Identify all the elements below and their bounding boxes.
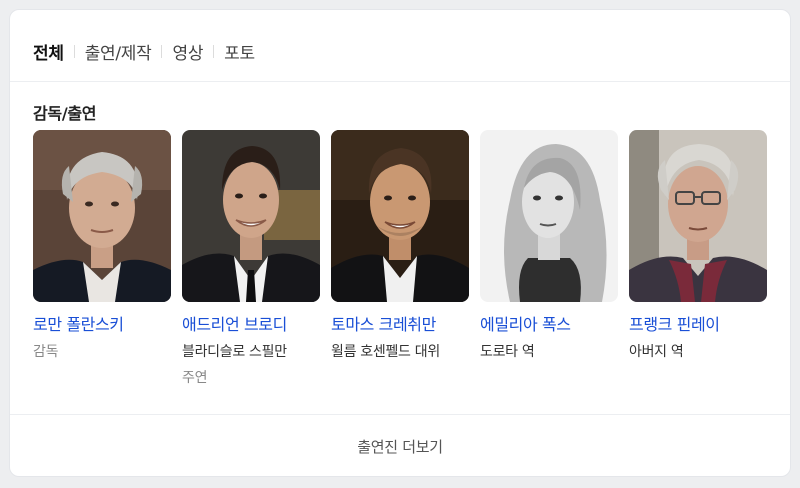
tab-photo[interactable]: 포토 [224,39,255,64]
tab-separator [213,44,215,58]
person-photo[interactable] [629,130,767,302]
tab-all[interactable]: 전체 [33,39,64,64]
person-name[interactable]: 로만 폴란스키 [33,311,171,335]
tab-separator [161,44,163,58]
person-photo[interactable] [331,130,469,302]
tab-filmography[interactable]: 출연/제작 [85,39,152,64]
person-card: 에밀리아 폭스 도로타 역 [480,130,618,361]
show-more-cast-button[interactable]: 출연진 더보기 [10,415,790,476]
person-card: 프랭크 핀레이 아버지 역 [629,130,767,361]
tab-video[interactable]: 영상 [172,39,203,64]
person-photo[interactable] [33,130,171,302]
person-role: 아버지 역 [629,344,684,360]
person-photo[interactable] [480,130,618,302]
person-role: 블라디슬로 스필만 [182,344,287,360]
person-name[interactable]: 에밀리아 폭스 [480,311,618,335]
tab-separator [73,44,75,58]
person-card: 로만 폴란스키 감독 [33,130,171,361]
person-name[interactable]: 프랭크 핀레이 [629,311,767,335]
person-role-type: 주연 [182,370,208,386]
person-role: 도로타 역 [480,344,535,360]
person-name[interactable]: 애드리언 브로디 [182,311,320,335]
person-card: 애드리언 브로디 블라디슬로 스필만 주연 [182,130,320,387]
tab-bar: 전체 출연/제작 영상 포토 [33,38,255,64]
person-role: 윌름 호센펠드 대위 [331,344,440,360]
person-role: 감독 [33,344,59,360]
section-title: 감독/출연 [33,104,97,123]
person-photo[interactable] [182,130,320,302]
cast-card: 전체 출연/제작 영상 포토 감독/출연 로만 폴란스키 감독 애드리언 브로디… [9,9,791,477]
person-card: 토마스 크레취만 윌름 호센펠드 대위 [331,130,469,361]
person-name[interactable]: 토마스 크레취만 [331,311,469,335]
tab-divider [10,81,790,82]
